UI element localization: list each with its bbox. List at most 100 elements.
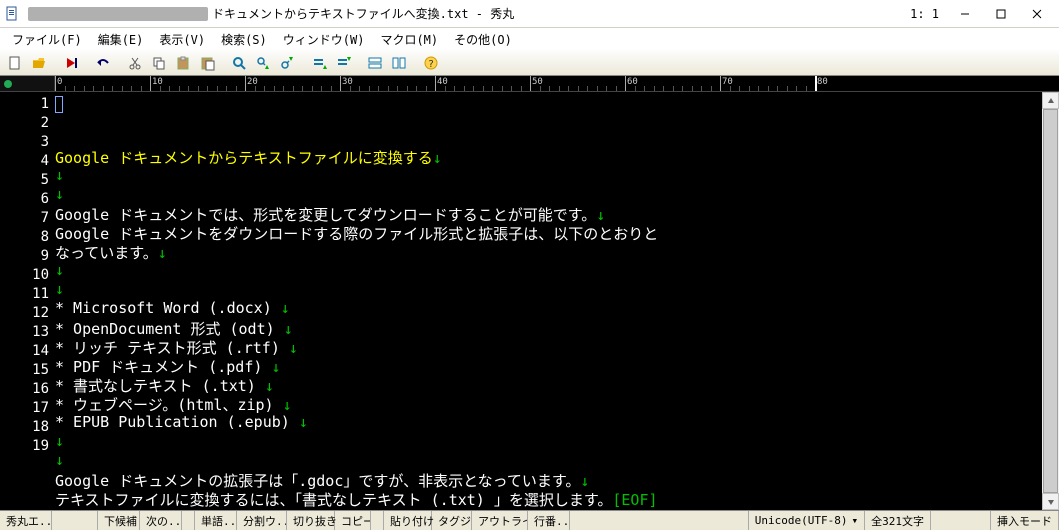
scrollbar-thumb[interactable]: [1043, 109, 1058, 493]
editor-line[interactable]: テキストファイルに変換するには、「書式なしテキスト (.txt) 」を選択します…: [55, 489, 1042, 508]
editor-line[interactable]: ↓: [55, 166, 1042, 185]
svg-text:?: ?: [428, 59, 434, 70]
line-number: 9: [0, 248, 49, 267]
line-number-gutter: 12345678910111213141516171819: [0, 92, 55, 510]
paste-icon[interactable]: [172, 53, 194, 73]
status-tango[interactable]: 単語...: [195, 511, 237, 530]
macro-record-icon[interactable]: [60, 53, 82, 73]
status-kirinuki[interactable]: 切り抜き: [287, 511, 335, 530]
help-icon[interactable]: ?: [420, 53, 442, 73]
line-number: 12: [0, 305, 49, 324]
line-number: 10: [0, 267, 49, 286]
menu-window[interactable]: ウィンドウ(W): [275, 29, 373, 50]
newline-mark-icon: ↓: [55, 451, 64, 469]
fold-toggle-icon[interactable]: [4, 80, 12, 88]
menu-other[interactable]: その他(O): [446, 29, 520, 50]
minimize-button[interactable]: [947, 2, 983, 26]
status-bar: 秀丸エ... 下候補 次の... 単語... 分割ウ... 切り抜き コピー 貼…: [0, 510, 1059, 530]
line-number: 19: [0, 438, 49, 457]
status-next[interactable]: 次の...: [140, 511, 182, 530]
vertical-scrollbar[interactable]: [1042, 92, 1059, 510]
line-number: 7: [0, 210, 49, 229]
text-caret: [55, 96, 63, 113]
dropdown-icon: ▾: [852, 514, 859, 527]
newline-mark-icon: ↓: [265, 377, 274, 395]
bookmark-down-icon[interactable]: [308, 53, 330, 73]
find-icon[interactable]: [228, 53, 250, 73]
editor-line[interactable]: ↓: [55, 432, 1042, 451]
editor-line[interactable]: Google ドキュメントからテキストファイルに変換する↓: [55, 147, 1042, 166]
status-encoding-label: Unicode(UTF-8): [755, 514, 848, 527]
line-number: 8: [0, 229, 49, 248]
editor-line[interactable]: なっています。↓: [55, 242, 1042, 261]
tile-horizontal-icon[interactable]: [364, 53, 386, 73]
line-number: 18: [0, 419, 49, 438]
status-outline[interactable]: アウトライ...: [472, 511, 528, 530]
newline-mark-icon: ↓: [271, 358, 280, 376]
newline-mark-icon: ↓: [433, 149, 442, 167]
editor-line[interactable]: ↓: [55, 185, 1042, 204]
text-editor[interactable]: Google ドキュメントからテキストファイルに変換する↓↓↓Google ドキ…: [55, 92, 1042, 510]
status-paste[interactable]: 貼り付け: [384, 511, 432, 530]
toolbar: ?: [0, 50, 1059, 76]
line-number: 1: [0, 96, 49, 115]
editor-line[interactable]: * EPUB Publication (.epub) ↓: [55, 413, 1042, 432]
line-number: 11: [0, 286, 49, 305]
status-char-count: 全321文字: [865, 511, 931, 530]
menu-macro[interactable]: マクロ(M): [372, 29, 446, 50]
scroll-down-icon[interactable]: [1042, 493, 1059, 510]
editor-line[interactable]: * リッチ テキスト形式 (.rtf) ↓: [55, 337, 1042, 356]
close-button[interactable]: [1019, 2, 1055, 26]
editor-line[interactable]: * Microsoft Word (.docx) ↓: [55, 299, 1042, 318]
editor-line[interactable]: ↓: [55, 261, 1042, 280]
newline-mark-icon: ↓: [281, 299, 290, 317]
menu-search[interactable]: 検索(S): [213, 29, 275, 50]
status-encoding[interactable]: Unicode(UTF-8) ▾: [749, 511, 865, 530]
editor-line[interactable]: Google ドキュメントでは、形式を変更してダウンロードすることが可能です。↓: [55, 204, 1042, 223]
status-copy[interactable]: コピー: [335, 511, 371, 530]
copy-icon[interactable]: [148, 53, 170, 73]
cursor-position: 1: 1: [910, 7, 939, 21]
editor-line[interactable]: * 書式なしテキスト (.txt) ↓: [55, 375, 1042, 394]
paste-special-icon[interactable]: [196, 53, 218, 73]
new-file-icon[interactable]: [4, 53, 26, 73]
line-number: 5: [0, 172, 49, 191]
newline-mark-icon: ↓: [55, 280, 64, 298]
newline-mark-icon: ↓: [596, 206, 605, 224]
scroll-up-icon[interactable]: [1042, 92, 1059, 109]
editor-line[interactable]: ↓: [55, 280, 1042, 299]
editor-line[interactable]: ↓: [55, 451, 1042, 470]
status-bunkatsu[interactable]: 分割ウ...: [237, 511, 287, 530]
menu-file[interactable]: ファイル(F): [4, 29, 90, 50]
line-number: 17: [0, 400, 49, 419]
tile-vertical-icon[interactable]: [388, 53, 410, 73]
status-gyouban[interactable]: 行番...: [528, 511, 570, 530]
line-number: 6: [0, 191, 49, 210]
editor-line[interactable]: * OpenDocument 形式 (odt) ↓: [55, 318, 1042, 337]
status-kouho[interactable]: 下候補: [98, 511, 140, 530]
find-prev-icon[interactable]: [276, 53, 298, 73]
editor-line[interactable]: * PDF ドキュメント (.pdf) ↓: [55, 356, 1042, 375]
status-tagjump[interactable]: タグジ...: [432, 511, 472, 530]
menu-edit[interactable]: 編集(E): [90, 29, 152, 50]
open-file-icon[interactable]: [28, 53, 50, 73]
editor-area: 12345678910111213141516171819 Google ドキュ…: [0, 92, 1059, 510]
menu-view[interactable]: 表示(V): [151, 29, 213, 50]
line-number: 16: [0, 381, 49, 400]
cut-icon[interactable]: [124, 53, 146, 73]
line-number: 2: [0, 115, 49, 134]
eof-mark: [EOF]: [612, 491, 657, 509]
maximize-button[interactable]: [983, 2, 1019, 26]
editor-line[interactable]: Google ドキュメントの拡張子は「.gdoc」ですが、非表示となっています。…: [55, 470, 1042, 489]
newline-mark-icon: ↓: [284, 320, 293, 338]
editor-line[interactable]: * ウェブページ。(html、zip) ↓: [55, 394, 1042, 413]
editor-line[interactable]: Google ドキュメントをダウンロードする際のファイル形式と拡張子は、以下のと…: [55, 223, 1042, 242]
title-path-redacted: [28, 7, 208, 21]
line-number: 4: [0, 153, 49, 172]
newline-mark-icon: ↓: [283, 396, 292, 414]
undo-icon[interactable]: [92, 53, 114, 73]
status-insert-mode[interactable]: 挿入モード: [991, 511, 1059, 530]
find-next-icon[interactable]: [252, 53, 274, 73]
status-app[interactable]: 秀丸エ...: [0, 511, 52, 530]
bookmark-up-icon[interactable]: [332, 53, 354, 73]
